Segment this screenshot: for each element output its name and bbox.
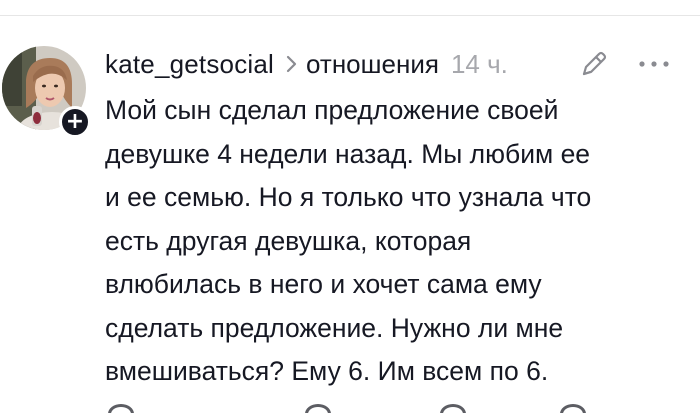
comment-screen: + kate_getsocial отношения 14 ч. Мой сын… (0, 0, 700, 413)
username-link[interactable]: kate_getsocial (105, 49, 274, 80)
relation-label[interactable]: отношения (306, 49, 439, 80)
timestamp: 14 ч. (450, 48, 508, 79)
like-icon[interactable] (108, 404, 134, 413)
avatar-container[interactable]: + (2, 46, 91, 138)
divider (0, 15, 700, 16)
reply-icon[interactable] (305, 404, 331, 413)
chevron-right-icon (286, 55, 297, 73)
more-dots-icon[interactable] (636, 54, 672, 74)
follow-button[interactable]: + (59, 106, 91, 138)
action-bar (0, 400, 700, 413)
comment-line: и ее семью. Но я только что узнала что (105, 182, 592, 212)
comment-header: kate_getsocial отношения 14 ч. (105, 44, 508, 84)
share-icon[interactable] (440, 404, 466, 413)
comment-line: сделать предложение. Нужно ли мне (105, 312, 564, 343)
plus-icon: + (65, 109, 85, 134)
comment-line: есть другая девушка, которая (105, 225, 472, 256)
save-icon[interactable] (560, 404, 586, 413)
comment-text: Мой сын сделал предложение своей девушке… (105, 89, 665, 394)
pencil-icon[interactable] (578, 48, 610, 80)
comment-line: влюбилась в него и хочет сама ему (105, 269, 542, 299)
comment-line: вмешиваться? Ему 6. Им всем по 6. (105, 356, 549, 386)
comment-line: девушке 4 недели назад. Мы любим ее (105, 138, 591, 169)
comment-line: Мой сын сделал предложение своей (105, 95, 559, 125)
